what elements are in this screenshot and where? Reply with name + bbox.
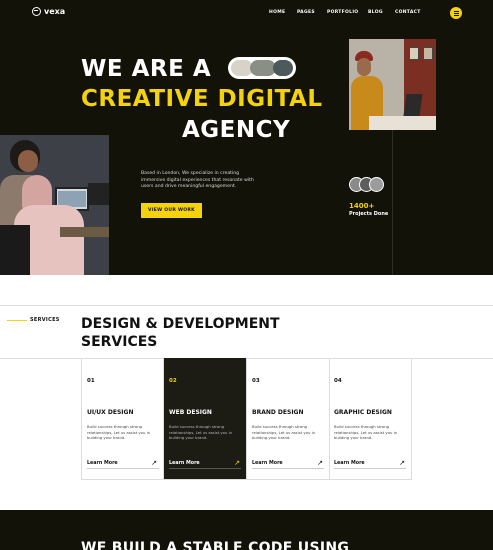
section-divider — [0, 305, 493, 306]
arrow-up-right-icon[interactable]: ↗ — [234, 459, 240, 467]
hero-image-team — [0, 135, 109, 275]
nav-link-portfolio[interactable]: PORTFOLIO — [327, 10, 368, 15]
services-title-line2: SERVICES — [81, 334, 158, 350]
services-tag: SERVICES — [30, 317, 60, 323]
page: vexa HOME PAGES PORTFOLIO BLOG CONTACT W… — [0, 0, 493, 550]
nav-link-pages[interactable]: PAGES — [297, 10, 327, 15]
card-text: Build success through strong relationshi… — [334, 424, 398, 441]
logo-icon — [32, 7, 41, 16]
divider-line — [392, 130, 393, 275]
service-card-active[interactable]: 02 WEB DESIGN Build success through stro… — [164, 358, 247, 480]
card-title: GRAPHIC DESIGN — [334, 409, 392, 416]
card-text: Build success through strong relationshi… — [87, 424, 151, 441]
card-title: UI/UX DESIGN — [87, 409, 134, 416]
card-number: 02 — [169, 378, 177, 384]
card-title: BRAND DESIGN — [252, 409, 304, 416]
nav-link-home[interactable]: HOME — [269, 10, 297, 15]
learn-more-link[interactable]: Learn More — [87, 461, 118, 466]
hero-heading-line1: WE ARE A — [81, 56, 212, 82]
service-card[interactable]: 03 BRAND DESIGN Build success through st… — [247, 358, 330, 480]
arrow-up-right-icon[interactable]: ↗ — [317, 459, 323, 467]
hero-image-designer — [349, 39, 436, 130]
card-text: Build success through strong relationshi… — [169, 424, 233, 441]
card-number: 01 — [87, 378, 95, 384]
link-underline — [334, 468, 406, 469]
avatar — [369, 177, 384, 192]
service-card[interactable]: 01 UI/UX DESIGN Build success through st… — [81, 358, 164, 480]
arrow-up-right-icon[interactable]: ↗ — [151, 459, 157, 467]
arrow-up-right-icon[interactable]: ↗ — [399, 459, 405, 467]
hero-pill-image — [228, 57, 296, 79]
card-number: 03 — [252, 378, 260, 384]
link-underline — [87, 468, 159, 469]
logo-text: vexa — [44, 7, 66, 16]
learn-more-link[interactable]: Learn More — [334, 461, 365, 466]
projects-label: Projects Done — [349, 211, 389, 217]
top-nav: vexa HOME PAGES PORTFOLIO BLOG CONTACT — [0, 0, 493, 26]
view-our-work-button[interactable]: VIEW OUR WORK — [141, 203, 202, 218]
nav-link-blog[interactable]: BLOG — [368, 10, 395, 15]
hamburger-icon[interactable] — [450, 7, 462, 19]
learn-more-link[interactable]: Learn More — [252, 461, 283, 466]
services-title: DESIGN & DEVELOPMENT SERVICES — [81, 315, 280, 351]
nav-links: HOME PAGES PORTFOLIO BLOG CONTACT — [269, 10, 421, 15]
card-number: 04 — [334, 378, 342, 384]
logo[interactable]: vexa — [32, 7, 65, 16]
learn-more-link[interactable]: Learn More — [169, 461, 200, 466]
services-title-line1: DESIGN & DEVELOPMENT — [81, 316, 280, 332]
hero-heading-line3: AGENCY — [182, 117, 291, 143]
client-avatars — [349, 177, 384, 192]
nav-link-contact[interactable]: CONTACT — [395, 10, 421, 15]
tag-line — [7, 320, 27, 321]
hero-heading-line2: CREATIVE DIGITAL — [81, 86, 323, 112]
card-text: Build success through strong relationshi… — [252, 424, 316, 441]
projects-count: 1400+ — [349, 202, 375, 210]
link-underline — [169, 468, 241, 469]
hero-description: Based in London, We specialize in creati… — [141, 171, 254, 190]
hero-section: vexa HOME PAGES PORTFOLIO BLOG CONTACT W… — [0, 0, 493, 275]
tech-stack-title: WE BUILD A STABLE CODE USING — [81, 540, 350, 550]
link-underline — [252, 468, 324, 469]
service-card[interactable]: 04 GRAPHIC DESIGN Build success through … — [329, 358, 412, 480]
card-title: WEB DESIGN — [169, 409, 212, 416]
